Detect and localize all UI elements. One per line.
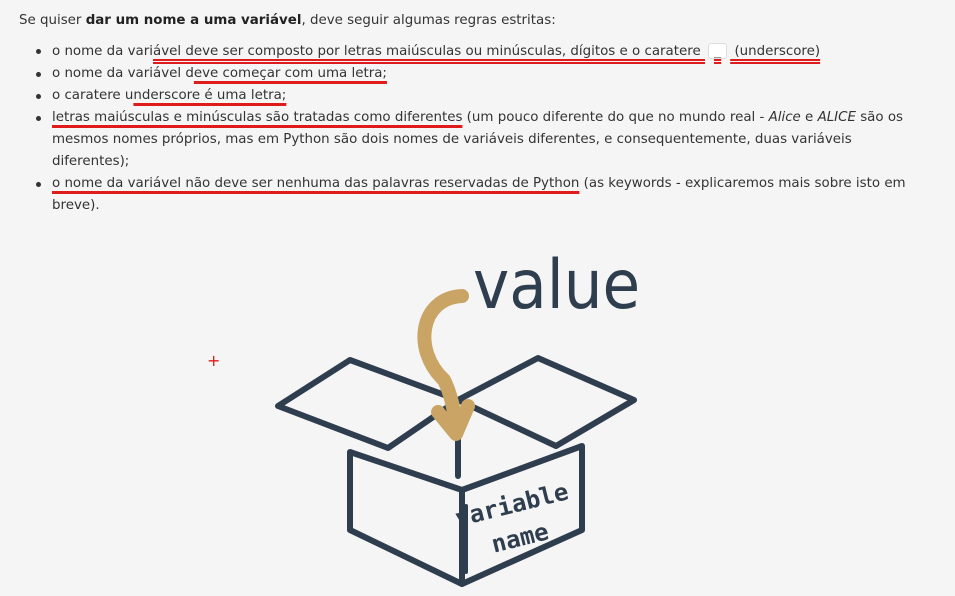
intro-bold: dar um nome a uma variável: [85, 13, 302, 28]
rule-2-text: o nome da variável d: [52, 66, 194, 81]
rule-1-highlight: ável deve ser composto por letras maiúsc…: [153, 43, 821, 59]
rule-item-4: letras maiúsculas e minúsculas são trata…: [36, 107, 924, 173]
red-plus-marker: +: [207, 351, 221, 370]
variable-box-illustration: variable name: [275, 289, 637, 587]
rule-1-post: (underscore): [730, 44, 821, 59]
rule-1-text: o nome da vari: [52, 44, 153, 59]
rule-5-highlight: o nome da variável não deve ser nenhuma …: [52, 176, 580, 191]
intro-suffix: , deve seguir algumas regras estritas:: [301, 13, 556, 28]
intro-prefix: Se quiser: [19, 13, 86, 28]
box-front-face: [347, 449, 465, 587]
alice-name: Alice: [768, 110, 801, 125]
rule-3-highlight: nderscore é uma letra;: [133, 88, 287, 103]
rule-2-highlight: eve começar com uma letra;: [193, 66, 387, 81]
intro-paragraph: Se quiser dar um nome a uma variável, de…: [19, 10, 924, 32]
rules-list: o nome da variável deve ser composto por…: [19, 40, 924, 217]
rule-1-highlight-text: ável deve ser composto por letras maiúsc…: [153, 44, 705, 59]
rule-4-and: e: [800, 110, 818, 125]
rule-item-5: o nome da variável não deve ser nenhuma …: [36, 173, 924, 217]
arrow-icon: [417, 289, 475, 441]
underscore-code: _: [707, 43, 728, 59]
rule-4-text: (um pouco diferente do que no mundo real…: [462, 110, 769, 125]
box-right-flap: [455, 355, 637, 449]
box-label: variable name: [452, 477, 571, 558]
alice-caps-name: ALICE: [817, 110, 856, 125]
rule-3-text: o caratere u: [52, 88, 134, 103]
rule-4-highlight: letras maiúsculas e minúsculas são trata…: [52, 110, 463, 125]
rule-item-1: o nome da variável deve ser composto por…: [36, 40, 924, 63]
article-content: Se quiser dar um nome a uma variável, de…: [19, 10, 924, 217]
rule-item-2: o nome da variável deve começar com uma …: [36, 63, 924, 85]
box-label-line-2: name: [489, 517, 552, 558]
rule-item-3: o caratere underscore é uma letra;: [36, 85, 924, 107]
